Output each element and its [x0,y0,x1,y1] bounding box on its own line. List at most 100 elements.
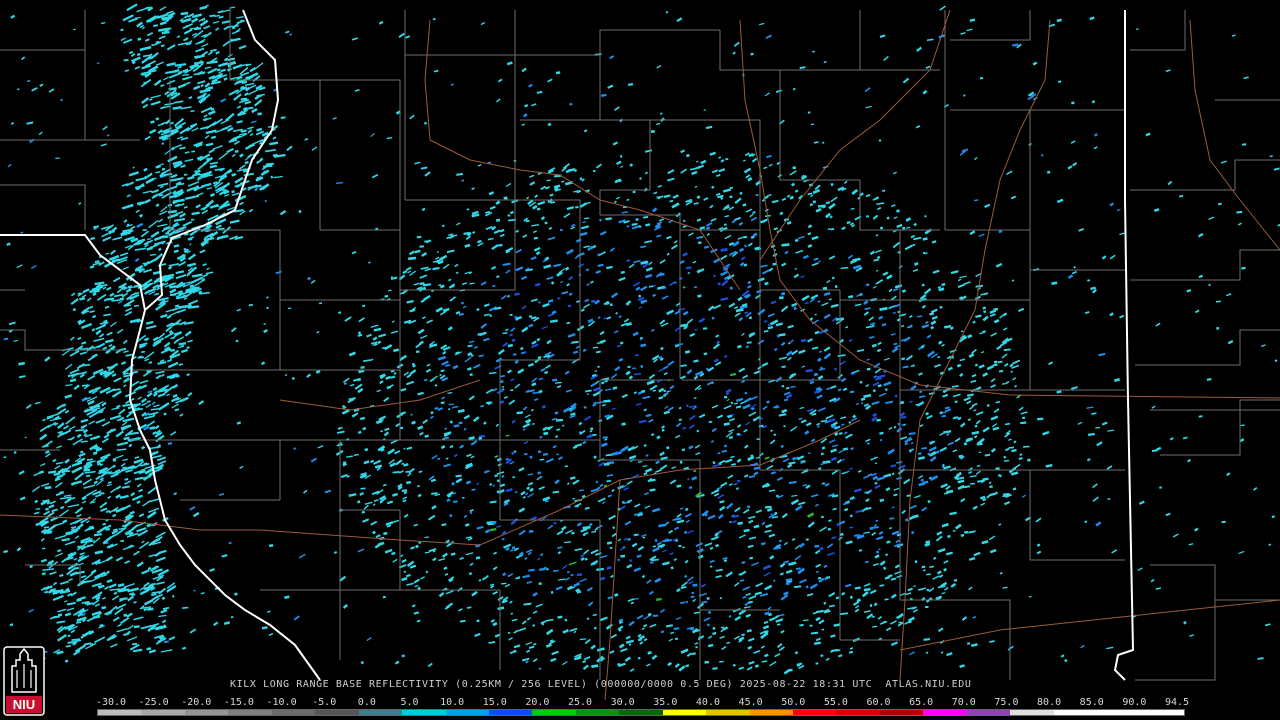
echo-mark [813,641,821,645]
echo-mark [579,638,586,641]
echo-mark [822,460,831,464]
echo-mark [863,393,872,399]
echo-mark [1018,457,1023,460]
echo-mark [557,546,563,549]
echo-mark [906,226,911,229]
echo-mark [1013,440,1017,444]
echo-mark [216,68,221,72]
echo-mark [629,163,634,167]
echo-mark [979,76,984,80]
echo-mark [763,330,769,333]
echo-mark [774,511,778,515]
echo-mark [448,278,452,282]
echo-mark [409,308,416,313]
echo-mark [13,451,17,454]
echo-mark [719,660,724,663]
echo-mark [622,501,631,505]
echo-mark [583,129,588,133]
echo-mark [783,398,789,402]
echo-mark [729,286,733,290]
echo-mark [385,375,392,380]
echo-mark [467,367,472,371]
echo-mark [640,260,649,265]
echo-mark [944,324,952,329]
echo-mark [449,445,454,449]
echo-mark [3,550,9,554]
echo-mark [64,659,69,663]
echo-mark [496,457,502,462]
echo-mark [925,651,929,655]
echo-mark [549,639,554,643]
echo-mark [440,284,445,289]
echo-mark [1045,464,1053,468]
echo-mark [915,403,922,406]
echo-mark [384,294,389,298]
echo-mark [971,643,978,648]
echo-mark [787,668,793,672]
echo-mark [827,228,831,231]
echo-mark [688,446,692,448]
echo-mark [424,536,429,539]
echo-mark [637,460,643,463]
echo-mark [949,511,957,516]
echo-mark [500,400,505,404]
echo-mark [813,372,818,377]
echo-mark [980,351,985,354]
echo-mark [637,391,643,395]
echo-mark [240,97,248,101]
echo-mark [537,356,542,359]
echo-mark [155,117,160,121]
echo-mark [358,369,365,374]
echo-mark [854,534,860,537]
echo-mark [726,641,731,644]
echo-mark [546,567,549,571]
echo-mark [430,478,436,483]
echo-mark [682,219,686,223]
echo-mark [886,216,890,220]
echo-mark [846,221,851,224]
echo-mark [400,411,406,415]
echo-mark [805,538,809,541]
echo-mark [263,323,266,325]
echo-mark [831,494,839,498]
echo-mark [683,323,689,328]
echo-mark [298,209,302,214]
echo-mark [920,478,925,482]
echo-mark [865,194,871,198]
echo-mark [528,315,532,318]
echo-mark [529,455,533,459]
echo-mark [1002,586,1008,589]
echo-mark [666,252,670,256]
echo-mark [402,499,407,503]
echo-mark [465,480,471,484]
echo-mark [549,193,554,197]
echo-mark [627,537,631,541]
echo-mark [844,508,849,512]
echo-mark [575,206,579,209]
echo-mark [582,660,586,663]
echo-mark [652,614,659,618]
echo-mark [543,431,549,436]
echo-mark [540,553,544,557]
echo-mark [966,393,974,397]
echo-mark [866,442,870,445]
echo-mark [751,407,755,411]
echo-mark [435,259,440,264]
echo-mark [810,123,815,126]
echo-mark [896,461,903,464]
echo-mark [807,232,812,236]
echo-mark [210,135,217,140]
echo-mark [200,592,205,595]
echo-mark [362,304,366,308]
echo-mark [451,481,456,486]
echo-mark [240,129,247,133]
echo-mark [557,297,561,300]
echo-mark [496,275,500,279]
echo-mark [619,154,623,158]
echo-mark [770,471,776,475]
echo-mark [913,585,916,588]
echo-mark [612,526,616,530]
echo-mark [975,314,982,318]
echo-mark [941,414,946,418]
echo-mark [764,611,770,616]
